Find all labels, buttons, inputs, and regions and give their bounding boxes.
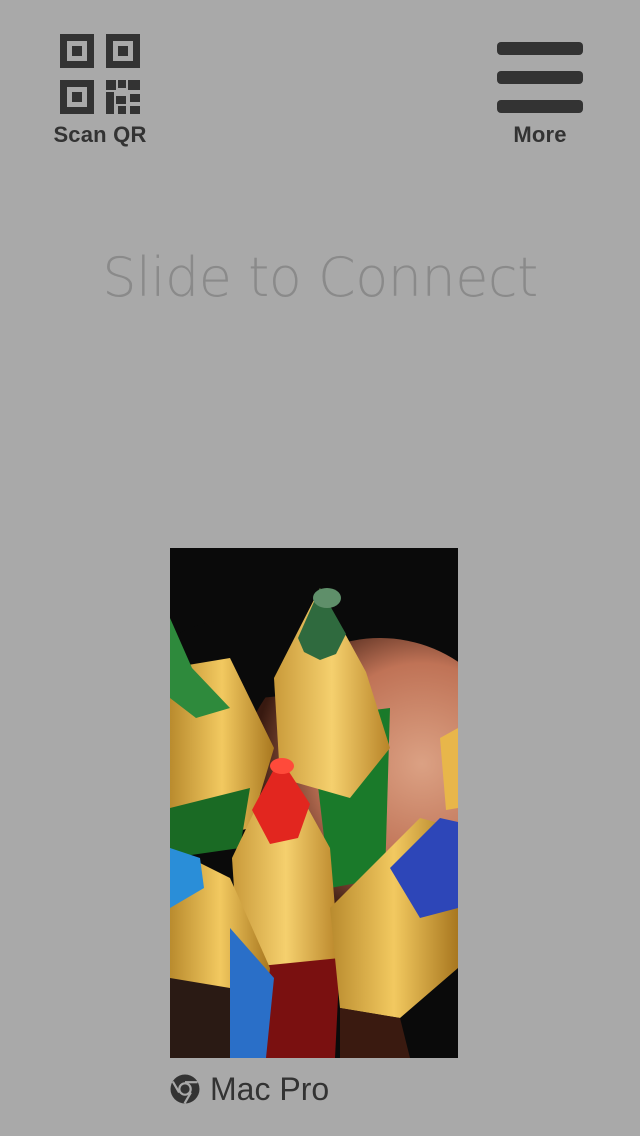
more-button[interactable]: More bbox=[480, 34, 600, 148]
device-name: Mac Pro bbox=[210, 1070, 330, 1107]
more-label: More bbox=[513, 122, 567, 147]
device-label: Mac Pro bbox=[170, 1068, 329, 1110]
qr-code-icon bbox=[60, 34, 140, 114]
device-wallpaper-thumbnail[interactable] bbox=[170, 548, 458, 1058]
page-title: Slide to Connect bbox=[102, 246, 538, 309]
scan-qr-button[interactable]: Scan QR bbox=[40, 34, 160, 148]
colored-pencils-image bbox=[170, 548, 458, 1058]
chrome-icon bbox=[170, 1074, 200, 1104]
scan-qr-label: Scan QR bbox=[53, 122, 147, 147]
hamburger-menu-icon bbox=[497, 42, 583, 113]
